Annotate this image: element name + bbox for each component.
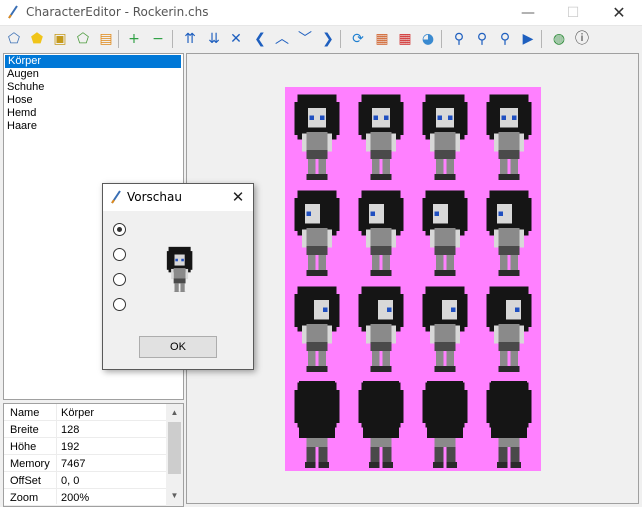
- layer-item[interactable]: Hose: [4, 94, 183, 107]
- zoom-out-icon[interactable]: ⚲: [472, 29, 492, 49]
- delete-icon[interactable]: ✕: [226, 29, 246, 49]
- title-bar: CharacterEditor - Rockerin.chs — ☐ ✕: [0, 0, 642, 26]
- property-grid[interactable]: Zoom 200% OffSet 0, 0 Memory 7467 Höhe 192 Breit…: [3, 403, 184, 507]
- left-icon[interactable]: ❮: [250, 29, 270, 49]
- property-value[interactable]: 128: [61, 424, 79, 436]
- dialog-app-icon: [111, 190, 121, 204]
- property-value[interactable]: Körper: [61, 407, 94, 419]
- property-value[interactable]: 192: [61, 441, 79, 453]
- sprite-frames: [294, 94, 532, 468]
- globe-icon[interactable]: ◍: [549, 29, 569, 49]
- sprite-sheet[interactable]: [285, 87, 541, 471]
- toolbar-separator: [340, 30, 341, 48]
- property-value[interactable]: 0, 0: [61, 475, 79, 487]
- property-key: Höhe: [10, 441, 37, 453]
- property-key: Name: [10, 407, 40, 419]
- property-divider: [56, 404, 57, 504]
- layer-item[interactable]: Hemd: [4, 107, 183, 120]
- layer-item[interactable]: Schuhe: [4, 81, 183, 94]
- scroll-up-icon[interactable]: ▲: [166, 405, 183, 421]
- app-icon: [8, 5, 18, 19]
- toolbar-separator: [118, 30, 119, 48]
- delete-image-icon[interactable]: ▦: [395, 29, 415, 49]
- info-icon[interactable]: ⓘ: [572, 29, 592, 49]
- up-icon[interactable]: ︿: [272, 29, 292, 49]
- property-value[interactable]: 200%: [61, 492, 89, 504]
- property-key: Zoom: [10, 492, 39, 504]
- maximize-button[interactable]: ☐: [550, 0, 596, 26]
- property-key: Memory: [10, 458, 50, 470]
- dialog-close-button[interactable]: ✕: [227, 186, 249, 208]
- property-value[interactable]: 7467: [61, 458, 85, 470]
- palette-icon[interactable]: ◕: [418, 29, 438, 49]
- close-button[interactable]: ✕: [596, 0, 642, 26]
- refresh-icon[interactable]: ⟳: [348, 29, 368, 49]
- scroll-thumb[interactable]: [168, 422, 181, 474]
- save-icon[interactable]: ▣: [50, 29, 70, 49]
- ok-button[interactable]: OK: [139, 336, 217, 358]
- preview-dialog: Vorschau ✕ OK: [102, 183, 254, 370]
- right-icon[interactable]: ❯: [318, 29, 338, 49]
- property-scrollbar[interactable]: ▲ ▼: [166, 404, 183, 506]
- property-key: OffSet: [10, 475, 41, 487]
- toolbar-separator: [172, 30, 173, 48]
- layer-item[interactable]: Augen: [4, 68, 183, 81]
- preview-option-4-radio[interactable]: [113, 298, 126, 311]
- minimize-button[interactable]: —: [505, 0, 551, 26]
- layer-item[interactable]: Haare: [4, 120, 183, 133]
- preview-option-1-radio[interactable]: [113, 223, 126, 236]
- down-icon[interactable]: ﹀: [295, 29, 315, 49]
- preview-option-3-radio[interactable]: [113, 273, 126, 286]
- property-key: Breite: [10, 424, 39, 436]
- add-icon[interactable]: +: [124, 29, 144, 49]
- scroll-down-icon[interactable]: ▼: [166, 488, 183, 504]
- preview-option-2-radio[interactable]: [113, 248, 126, 261]
- dialog-title: Vorschau: [127, 190, 182, 204]
- property-row[interactable]: Höhe 192: [4, 438, 167, 455]
- zoom-reset-icon[interactable]: ⚲: [495, 29, 515, 49]
- image-icon[interactable]: ▦: [372, 29, 392, 49]
- move-top-icon[interactable]: ⇈: [180, 29, 200, 49]
- dialog-title-bar: Vorschau ✕: [103, 184, 253, 211]
- remove-icon[interactable]: −: [148, 29, 168, 49]
- save-as-icon[interactable]: ⬠: [73, 29, 93, 49]
- move-bottom-icon[interactable]: ⇊: [204, 29, 224, 49]
- preview-sprite: [166, 246, 193, 292]
- property-row[interactable]: Memory 7467: [4, 455, 167, 472]
- new-icon[interactable]: ⬠: [4, 29, 24, 49]
- clipboard-icon[interactable]: ▤: [96, 29, 116, 49]
- toolbar: ⬠ ⬟ ▣ ⬠ ▤ + − ⇈ ⇊ ✕ ❮ ︿ ﹀ ❯ ⟳ ▦ ▦ ◕ ⚲ ⚲ ⚲ ▶ ◍ ⓘ: [0, 27, 642, 51]
- property-row[interactable]: Breite 128: [4, 421, 167, 438]
- property-row[interactable]: Zoom 200%: [4, 489, 167, 506]
- window-title: CharacterEditor - Rockerin.chs: [26, 5, 209, 19]
- open-icon[interactable]: ⬟: [27, 29, 47, 49]
- play-icon[interactable]: ▶: [518, 29, 538, 49]
- zoom-in-icon[interactable]: ⚲: [449, 29, 469, 49]
- toolbar-separator: [541, 30, 542, 48]
- layer-item[interactable]: Körper: [5, 55, 181, 68]
- property-row[interactable]: Name Körper: [4, 404, 167, 421]
- property-row[interactable]: OffSet 0, 0: [4, 472, 167, 489]
- toolbar-separator: [441, 30, 442, 48]
